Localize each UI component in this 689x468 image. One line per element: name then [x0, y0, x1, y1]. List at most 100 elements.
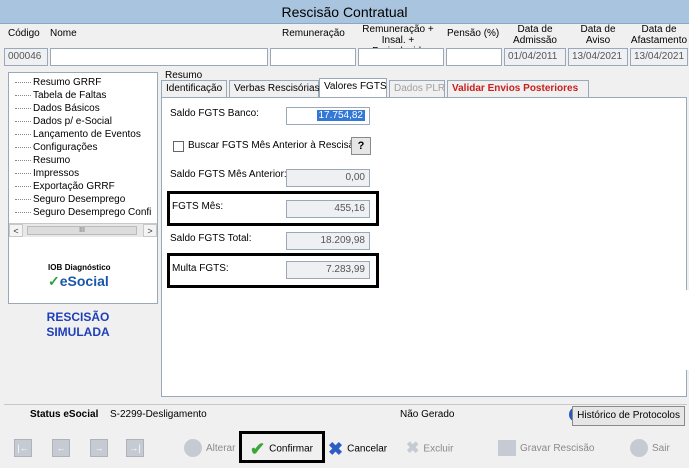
- simulation-label-line2: SIMULADA: [46, 325, 110, 339]
- sair-label: Sair: [652, 443, 670, 454]
- tree-item-label: Dados Básicos: [33, 103, 100, 114]
- cancelar-label: Cancelar: [347, 443, 388, 455]
- scroll-right-icon[interactable]: >: [143, 224, 157, 237]
- esocial-check-icon: ✓: [48, 273, 60, 289]
- nome-label: Nome: [50, 28, 77, 39]
- simulation-label-line1: RESCISÃO: [46, 310, 110, 324]
- buscar-label: Buscar FGTS Mês Anterior à Rescisão: [188, 140, 360, 151]
- remuneracao-insal-field[interactable]: [358, 48, 444, 66]
- cancelar-button[interactable]: ✖ Cancelar: [328, 438, 387, 460]
- tree-item-lancamento-eventos[interactable]: Lançamento de Eventos: [15, 129, 141, 140]
- tree-item-dados-esocial[interactable]: Dados p/ e-Social: [15, 116, 112, 127]
- tab-valores-fgts[interactable]: Valores FGTS: [319, 78, 387, 97]
- last-record-icon[interactable]: →|: [126, 439, 144, 457]
- fgts-panel: Saldo FGTS Banco: 17.754,82 Buscar FGTS …: [161, 97, 687, 397]
- aviso-field[interactable]: 13/04/2021: [568, 48, 628, 66]
- iob-brand-sub: Diagnóstico: [64, 263, 111, 272]
- pensao-label: Pensão (%): [447, 28, 500, 39]
- remuneracao-field[interactable]: [270, 48, 356, 66]
- scroll-left-icon[interactable]: <: [9, 224, 23, 237]
- tree-item-impressos[interactable]: Impressos: [15, 168, 79, 179]
- saldo-total-field[interactable]: 18.209,98: [286, 232, 370, 250]
- buscar-checkbox[interactable]: [173, 141, 184, 152]
- aviso-label-line2: Aviso: [585, 35, 611, 46]
- alterar-icon: [184, 439, 202, 458]
- sair-button[interactable]: Sair: [630, 438, 670, 460]
- saldo-mes-anterior-field[interactable]: 0,00: [286, 169, 370, 187]
- codigo-field[interactable]: 000046: [4, 48, 48, 66]
- left-sidebar: Resumo GRRF Tabela de Faltas Dados Básic…: [4, 70, 159, 400]
- scroll-thumb[interactable]: III: [27, 226, 137, 235]
- simulation-label: RESCISÃO SIMULADA: [28, 310, 128, 340]
- aviso-label: Data de Aviso: [568, 24, 628, 46]
- save-icon: [498, 440, 516, 457]
- saldo-banco-value: 17.754,82: [316, 110, 365, 121]
- tree-item-resumo[interactable]: Resumo: [15, 155, 70, 166]
- tree-item-label: Impressos: [33, 168, 80, 179]
- gravar-label: Gravar Rescisão: [520, 443, 595, 454]
- afastamento-field[interactable]: 13/04/2021: [630, 48, 688, 66]
- saldo-banco-label: Saldo FGTS Banco:: [170, 108, 259, 119]
- historico-protocolos-button[interactable]: Histórico de Protocolos: [572, 406, 685, 426]
- tree-item-label: Configurações: [33, 142, 98, 153]
- tree-horizontal-scrollbar[interactable]: < III >: [9, 223, 157, 237]
- rescisao-window: Rescisão Contratual Código Nome Remunera…: [0, 0, 689, 468]
- tree-item-exportacao-grrf[interactable]: Exportação GRRF: [15, 181, 115, 192]
- alterar-button[interactable]: Alterar: [184, 438, 235, 460]
- tree-item-seguro-desemprego-conf[interactable]: Seguro Desemprego Confi: [15, 207, 151, 218]
- iob-brand: IOB: [48, 263, 63, 272]
- window-title: Rescisão Contratual: [281, 4, 408, 20]
- exit-icon: [630, 439, 648, 458]
- main-content: Resumo Identificação Verbas Rescisórias …: [159, 70, 689, 400]
- remuneracao-insal-label-line1: Remuneração +: [362, 24, 434, 35]
- codigo-label: Código: [8, 28, 40, 39]
- tree-item-dados-basicos[interactable]: Dados Básicos: [15, 103, 100, 114]
- status-event: S-2299-Desligamento: [110, 409, 207, 420]
- tree-item-label: Resumo GRRF: [33, 77, 102, 88]
- previous-record-icon[interactable]: ←: [52, 439, 70, 457]
- tree-item-resumo-grrf[interactable]: Resumo GRRF: [15, 77, 101, 88]
- tree-item-label: Seguro Desemprego: [33, 194, 126, 205]
- saldo-total-label: Saldo FGTS Total:: [170, 233, 252, 244]
- admissao-field[interactable]: 01/04/2011: [504, 48, 566, 66]
- pensao-field[interactable]: [446, 48, 502, 66]
- tree-item-tabela-faltas[interactable]: Tabela de Faltas: [15, 90, 106, 101]
- confirmar-highlight: [239, 431, 325, 463]
- afastamento-label-line2: Afastamento: [630, 35, 688, 46]
- tree-item-label: Dados p/ e-Social: [33, 116, 112, 127]
- tab-dados-plr[interactable]: Dados PLR: [389, 80, 445, 97]
- tree-item-label: Tabela de Faltas: [33, 90, 107, 101]
- esocial-logo: ✓eSocial: [48, 273, 128, 290]
- first-record-icon[interactable]: |←: [14, 439, 32, 457]
- saldo-mes-anterior-label: Saldo FGTS Mês Anterior:: [170, 169, 287, 180]
- employee-header: Código Nome Remuneração Remuneração + In…: [0, 24, 689, 70]
- next-record-icon[interactable]: →: [90, 439, 108, 457]
- fgts-mes-highlight: [167, 191, 379, 226]
- tab-identificacao[interactable]: Identificação: [161, 80, 227, 97]
- edge-decoration: [676, 290, 689, 370]
- tree-item-label: Resumo: [33, 155, 71, 166]
- excluir-button[interactable]: ✖ Excluir: [406, 438, 453, 460]
- tree-item-label: Seguro Desemprego Confi: [33, 207, 152, 218]
- admissao-label: Data de Admissão: [505, 24, 565, 46]
- admissao-label-line2: Admissão: [513, 35, 557, 46]
- gravar-rescisao-button[interactable]: Gravar Rescisão: [498, 438, 594, 460]
- delete-x-icon: ✖: [406, 440, 420, 457]
- afastamento-label: Data de Afastamento: [630, 24, 688, 46]
- afastamento-label-line1: Data de: [641, 24, 677, 35]
- tree-item-label: Exportação GRRF: [33, 181, 115, 192]
- saldo-banco-field[interactable]: 17.754,82: [286, 107, 370, 125]
- tab-validar-envios[interactable]: Validar Envios Posteriores: [447, 80, 589, 97]
- title-bar: Rescisão Contratual: [0, 0, 689, 24]
- aviso-label-line1: Data de: [580, 24, 616, 35]
- bottom-toolbar: |← ← → →| Alterar ✔ Confirmar ✖ Cancelar ✖…: [0, 430, 689, 466]
- admissao-label-line1: Data de: [517, 24, 553, 35]
- tree-item-configuracoes[interactable]: Configurações: [15, 142, 97, 153]
- status-state: Não Gerado: [400, 409, 455, 420]
- tab-verbas-rescisorias[interactable]: Verbas Rescisórias: [229, 80, 320, 97]
- tree-item-seguro-desemprego[interactable]: Seguro Desemprego: [15, 194, 125, 205]
- alterar-label: Alterar: [206, 443, 236, 454]
- iob-esocial-logo: IOB Diagnóstico ✓eSocial: [48, 262, 128, 292]
- nome-field[interactable]: [50, 48, 268, 66]
- buscar-help-button[interactable]: ?: [351, 137, 371, 155]
